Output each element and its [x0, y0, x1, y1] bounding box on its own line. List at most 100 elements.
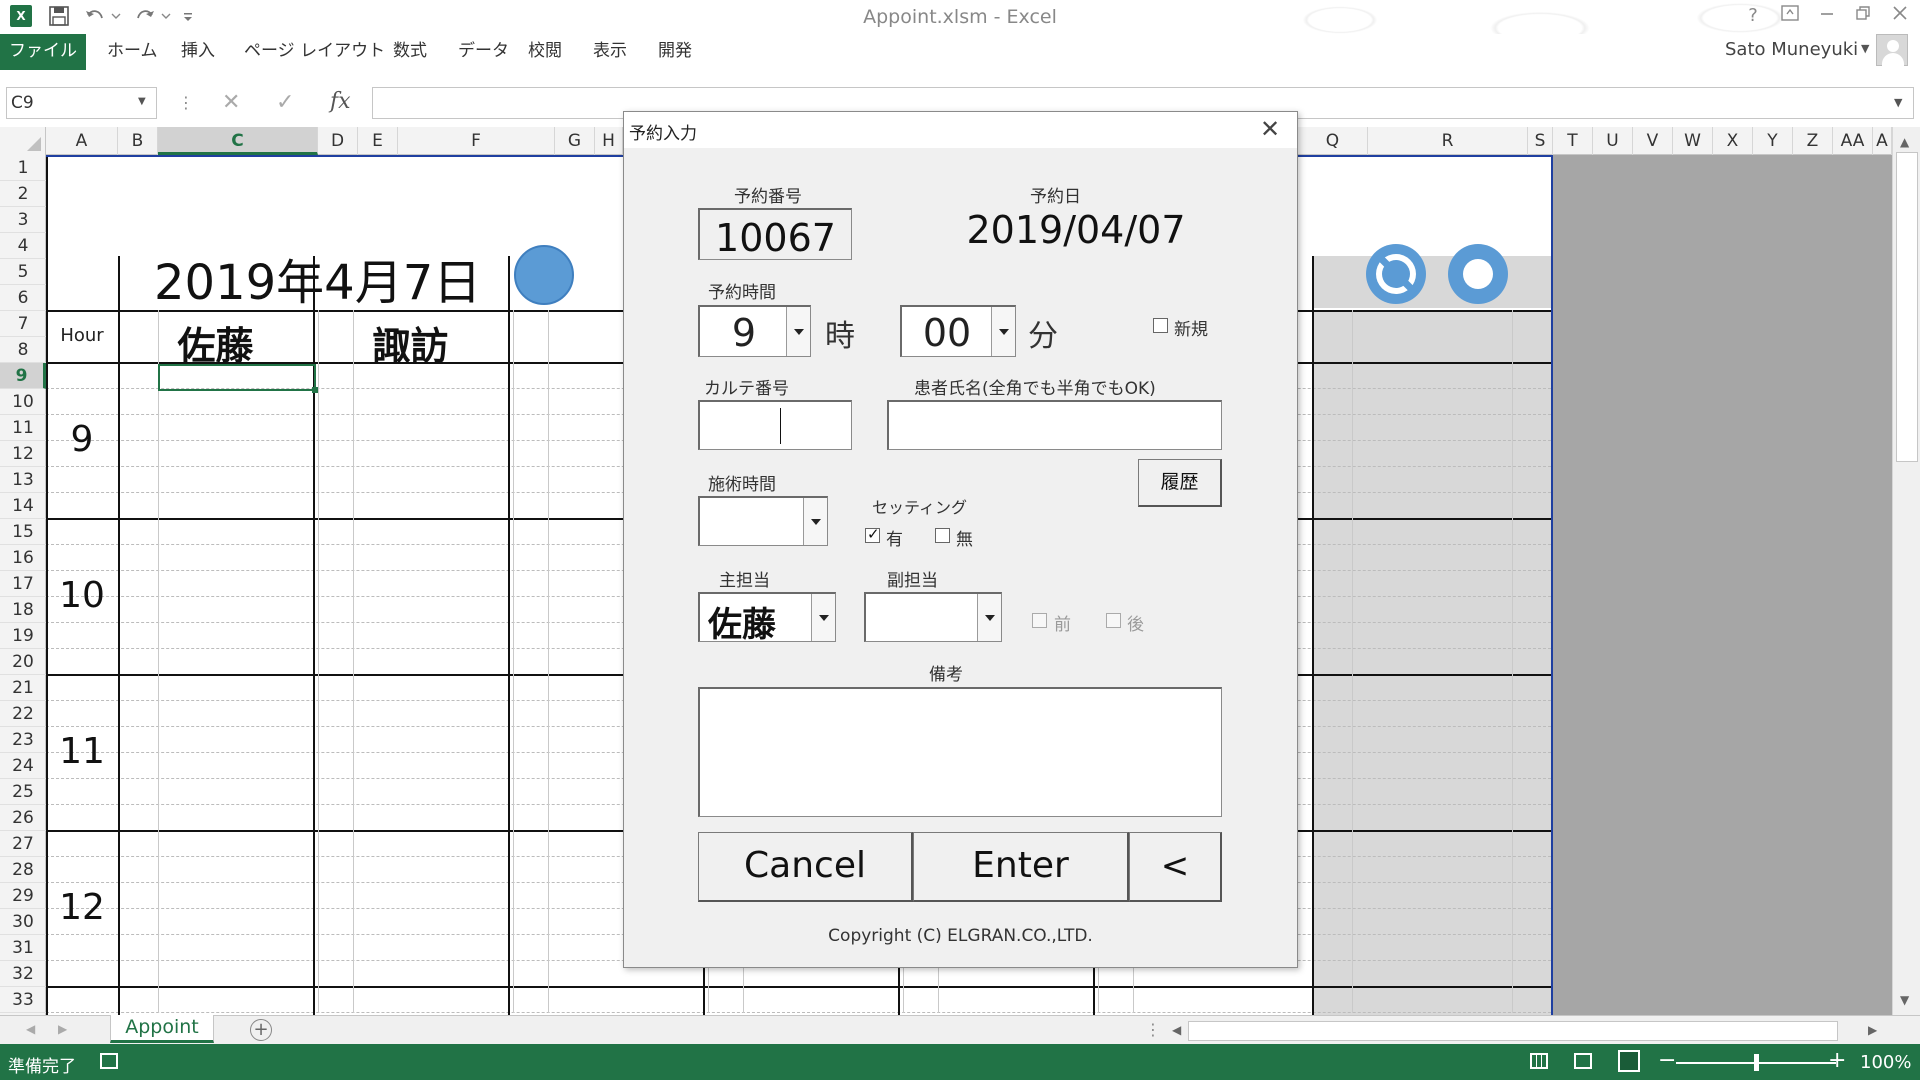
row-header[interactable]: 24: [0, 753, 46, 779]
row-header[interactable]: 30: [0, 909, 46, 935]
column-header[interactable]: R: [1368, 127, 1528, 155]
row-header[interactable]: 3: [0, 207, 46, 233]
normal-view-icon[interactable]: [1530, 1053, 1548, 1069]
close-icon[interactable]: ✕: [1260, 115, 1280, 143]
macro-record-icon[interactable]: [100, 1053, 118, 1069]
ring-icon[interactable]: [1448, 244, 1508, 304]
chevron-down-icon[interactable]: [811, 594, 835, 641]
setting-yes-checkbox[interactable]: [865, 525, 880, 543]
close-icon[interactable]: [1885, 3, 1915, 29]
avatar[interactable]: [1876, 34, 1908, 66]
active-cell-c9[interactable]: [158, 364, 318, 393]
row-header[interactable]: 2: [0, 181, 46, 207]
page-layout-view-icon[interactable]: [1574, 1053, 1592, 1069]
before-checkbox[interactable]: [1032, 613, 1047, 628]
scrollbar-thumb[interactable]: [1188, 1021, 1838, 1041]
column-header[interactable]: H: [595, 127, 623, 155]
row-header[interactable]: 27: [0, 831, 46, 857]
row-header[interactable]: 20: [0, 649, 46, 675]
row-header[interactable]: 26: [0, 805, 46, 831]
hour-select[interactable]: 9: [698, 305, 811, 357]
tab-home[interactable]: ホーム: [101, 34, 164, 70]
row-header[interactable]: 7: [0, 311, 46, 337]
chevron-right-icon[interactable]: ▶: [58, 1022, 67, 1036]
tab-data[interactable]: データ: [452, 34, 515, 70]
circle-shape-button[interactable]: [514, 245, 574, 305]
column-header[interactable]: Y: [1753, 127, 1793, 155]
scroll-right-icon[interactable]: ▶: [1868, 1023, 1877, 1037]
minute-select[interactable]: 00: [900, 305, 1016, 357]
row-header[interactable]: 23: [0, 727, 46, 753]
new-checkbox[interactable]: [1153, 318, 1168, 333]
row-header[interactable]: 32: [0, 961, 46, 987]
row-header[interactable]: 18: [0, 597, 46, 623]
zoom-level[interactable]: 100%: [1860, 1052, 1911, 1073]
row-header[interactable]: 25: [0, 779, 46, 805]
chevron-down-icon[interactable]: [977, 594, 1001, 641]
sheet-tab-appoint[interactable]: Appoint: [110, 1015, 214, 1043]
treatment-time-select[interactable]: [698, 496, 828, 546]
row-header[interactable]: 5: [0, 259, 46, 285]
column-header[interactable]: G: [555, 127, 595, 155]
prohibited-icon[interactable]: [1366, 244, 1426, 304]
setting-no-checkbox[interactable]: [935, 528, 950, 543]
row-header[interactable]: 11: [0, 415, 46, 441]
select-all-button[interactable]: [0, 127, 46, 155]
column-header[interactable]: B: [118, 127, 158, 155]
history-button[interactable]: 履歴: [1138, 459, 1222, 507]
column-header[interactable]: U: [1593, 127, 1633, 155]
insert-function-icon[interactable]: fx: [330, 89, 351, 114]
column-header[interactable]: D: [318, 127, 358, 155]
row-header[interactable]: 21: [0, 675, 46, 701]
row-header[interactable]: 1: [0, 155, 46, 181]
help-icon[interactable]: ?: [1738, 3, 1768, 29]
page-break-view-icon[interactable]: [1618, 1050, 1640, 1072]
cancel-entry-icon[interactable]: ✕: [222, 90, 240, 115]
row-header[interactable]: 16: [0, 545, 46, 571]
row-header[interactable]: 15: [0, 519, 46, 545]
column-header[interactable]: T: [1553, 127, 1593, 155]
chevron-down-icon[interactable]: [803, 498, 827, 545]
row-header[interactable]: 31: [0, 935, 46, 961]
more-icon[interactable]: ⋮: [1145, 1020, 1161, 1039]
minimize-icon[interactable]: [1812, 3, 1842, 29]
dialog-titlebar[interactable]: 予約入力 ✕: [624, 112, 1297, 148]
tab-page-layout[interactable]: ページ レイアウト: [238, 34, 391, 70]
column-header-selected[interactable]: C: [158, 127, 318, 155]
vertical-scrollbar[interactable]: ▲ ▼: [1892, 127, 1920, 1015]
tab-formulas[interactable]: 数式: [387, 34, 433, 70]
row-header[interactable]: 14: [0, 493, 46, 519]
row-header[interactable]: 8: [0, 337, 46, 363]
column-header[interactable]: V: [1633, 127, 1673, 155]
chevron-down-icon[interactable]: [786, 307, 810, 356]
restore-icon[interactable]: [1848, 3, 1878, 29]
zoom-out-icon[interactable]: −: [1658, 1048, 1676, 1073]
scroll-left-icon[interactable]: ◀: [1172, 1023, 1181, 1037]
row-header[interactable]: 9: [0, 363, 46, 389]
scroll-up-icon[interactable]: ▲: [1900, 135, 1909, 149]
name-box[interactable]: C9: [6, 87, 157, 119]
column-header[interactable]: W: [1673, 127, 1713, 155]
sub-staff-select[interactable]: [864, 592, 1002, 642]
patient-name-input[interactable]: [887, 400, 1222, 450]
column-header[interactable]: S: [1528, 127, 1553, 155]
scroll-down-icon[interactable]: ▼: [1900, 993, 1909, 1007]
row-header[interactable]: 10: [0, 389, 46, 415]
column-header[interactable]: F: [398, 127, 555, 155]
chevron-down-icon[interactable]: [991, 307, 1015, 356]
ribbon-display-options-icon[interactable]: [1775, 3, 1805, 29]
zoom-slider-thumb[interactable]: [1753, 1054, 1759, 1071]
user-name[interactable]: Sato Muneyuki: [1725, 39, 1858, 60]
column-header[interactable]: AA: [1833, 127, 1873, 155]
column-header[interactable]: E: [358, 127, 398, 155]
chevron-down-icon[interactable]: ▼: [1861, 42, 1869, 55]
row-header[interactable]: 33: [0, 987, 46, 1013]
row-header[interactable]: 22: [0, 701, 46, 727]
row-header[interactable]: 28: [0, 857, 46, 883]
column-header[interactable]: A: [1873, 127, 1892, 155]
tab-developer[interactable]: 開発: [652, 34, 698, 70]
row-header[interactable]: 19: [0, 623, 46, 649]
column-header[interactable]: Z: [1793, 127, 1833, 155]
zoom-in-icon[interactable]: +: [1828, 1048, 1846, 1073]
column-header[interactable]: X: [1713, 127, 1753, 155]
